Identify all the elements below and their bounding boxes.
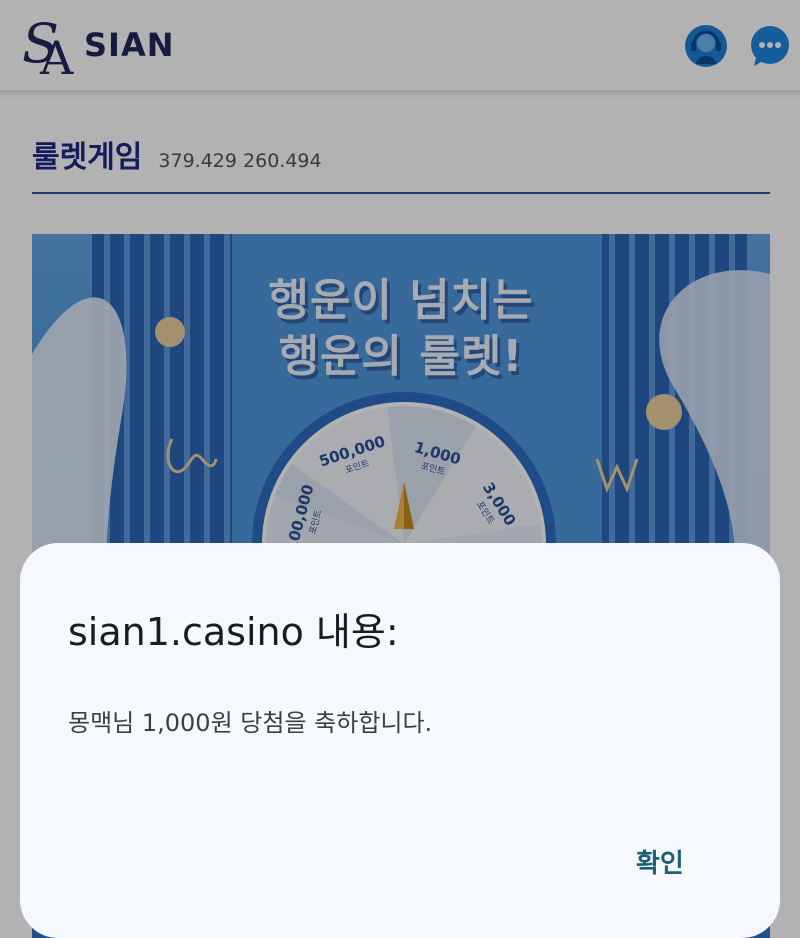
dialog-message: 몽맥님 1,000원 당첨을 축하합니다. [68,709,433,737]
confirm-button[interactable]: 확인 [626,839,694,884]
dialog-title: sian1.casino 내용: [68,610,399,654]
alert-dialog: sian1.casino 내용: 몽맥님 1,000원 당첨을 축하합니다. 확… [20,543,780,938]
